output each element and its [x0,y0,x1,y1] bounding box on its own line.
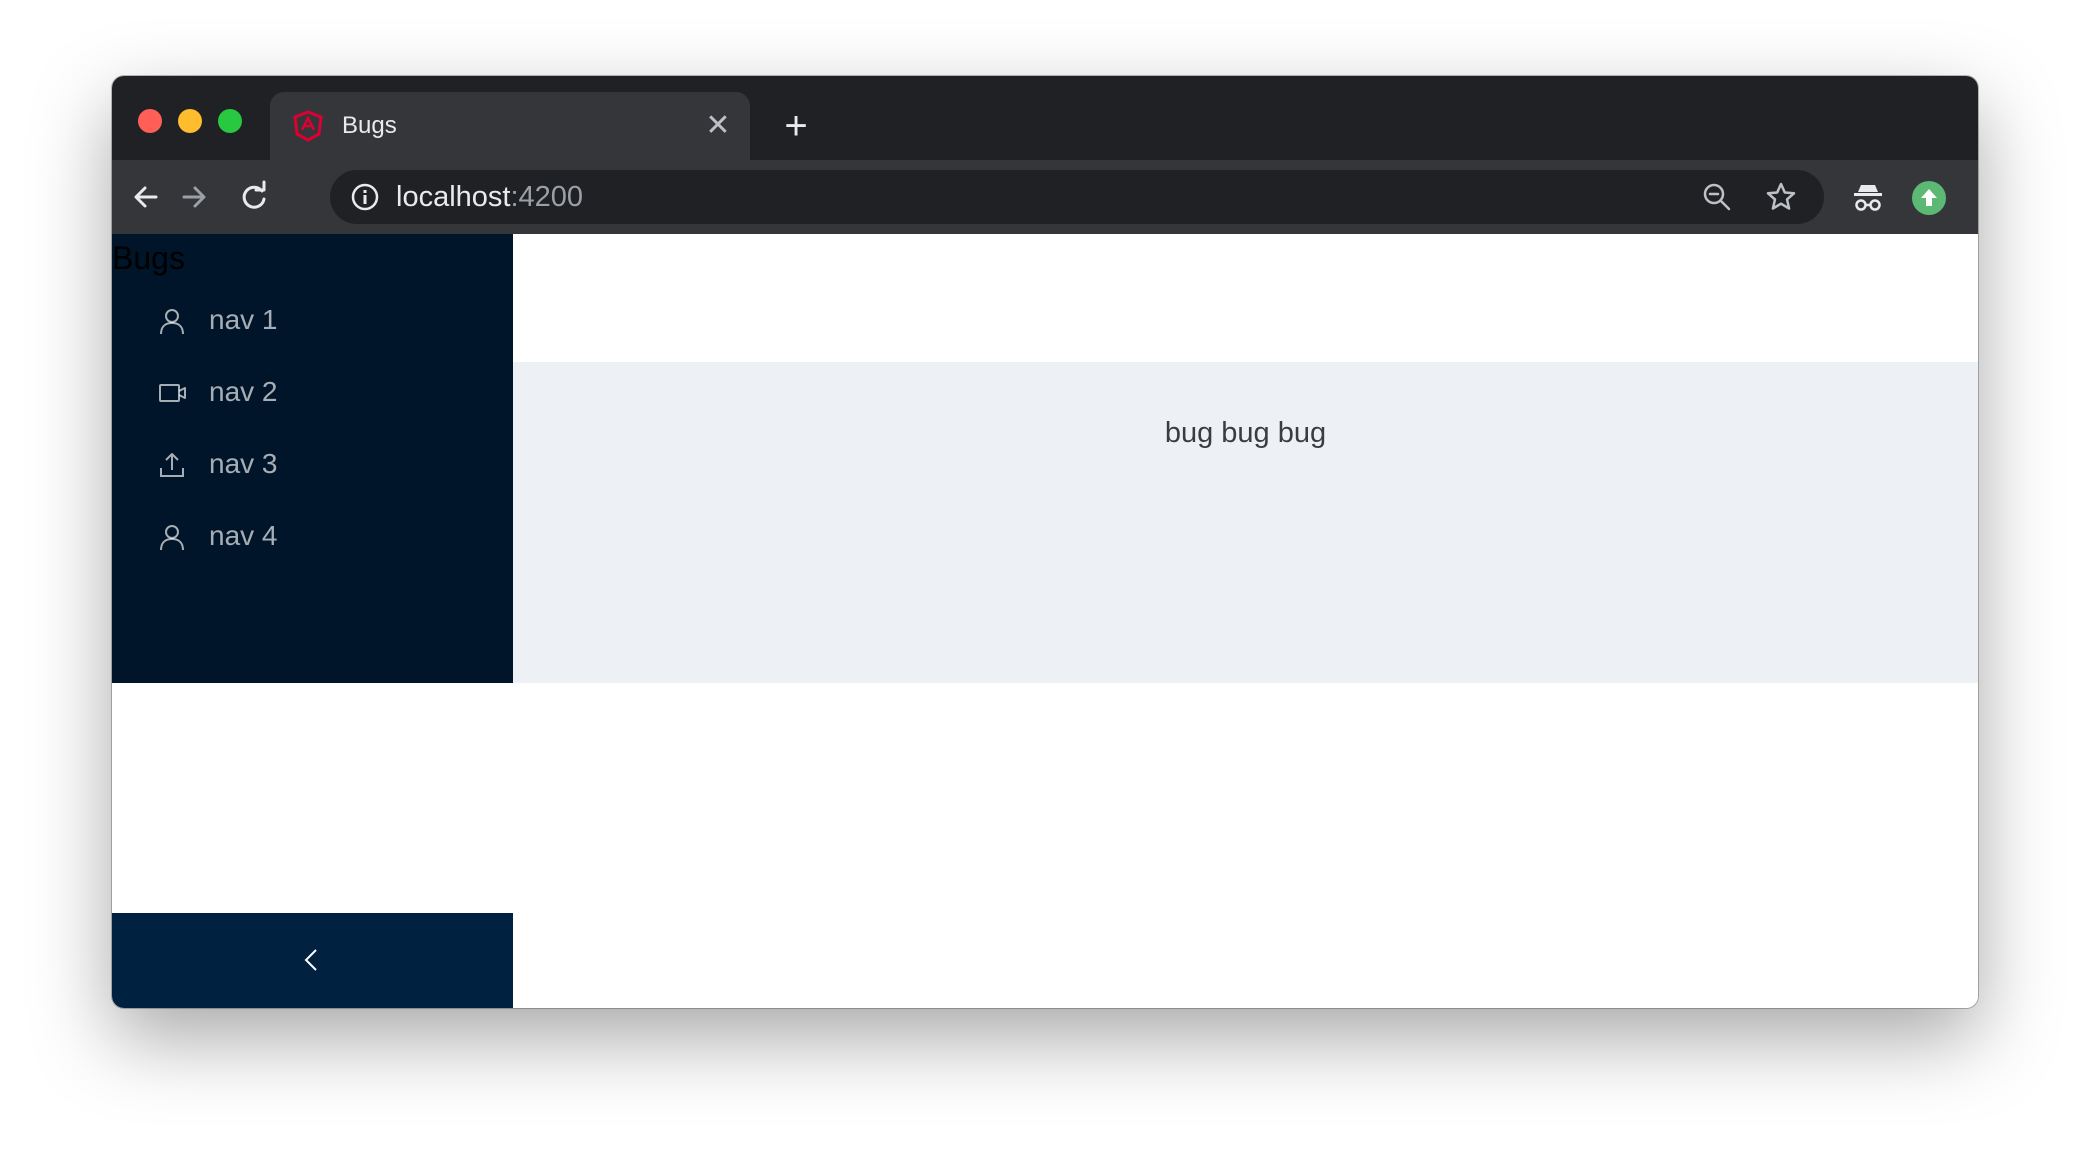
sidebar-item-label: nav 2 [209,376,278,407]
forward-arrow-icon[interactable] [174,177,214,217]
sidebar-item-nav-4[interactable]: nav 4 [112,496,513,576]
layout-content: bug bug bug [513,362,1978,683]
page-viewport: Bugs nav 1 nav 2 nav 3 nav 4 bug bug bug [112,234,1978,1008]
angular-logo-icon [292,110,324,142]
url-text[interactable]: localhost:4200 [396,182,583,212]
user-icon [158,307,186,335]
url-port: :4200 [510,181,584,213]
browser-tab[interactable]: Bugs ✕ [270,92,750,160]
sidebar-item-label: nav 3 [209,448,278,479]
sidebar-item-label: nav 4 [209,520,278,551]
incognito-icon[interactable] [1850,180,1886,216]
content-text: bug bug bug [1164,417,1327,449]
minimize-window-button[interactable] [178,109,202,133]
close-window-button[interactable] [138,109,162,133]
user-icon [158,523,186,551]
sidebar-logo: Bugs [112,240,185,276]
tab-title: Bugs [342,112,397,139]
layout-header [513,234,1978,362]
sidebar-item-nav-3[interactable]: nav 3 [112,424,513,504]
tab-bar: Bugs ✕ + [112,76,1978,160]
site-info-icon[interactable] [350,182,380,212]
chevron-left-icon [298,946,326,974]
reload-icon[interactable] [234,177,274,217]
bookmark-star-icon[interactable] [1764,180,1798,214]
video-camera-icon [158,379,186,407]
sidebar-collapse-trigger[interactable] [112,913,513,1008]
maximize-window-button[interactable] [218,109,242,133]
sidebar-item-label: nav 1 [209,304,278,335]
address-bar[interactable]: localhost:4200 [330,170,1824,224]
back-arrow-icon[interactable] [126,177,166,217]
sidebar-item-nav-1[interactable]: nav 1 [112,280,513,360]
browser-toolbar: localhost:4200 [112,160,1978,234]
upload-icon [158,451,186,479]
update-avatar-icon[interactable] [1912,181,1946,215]
zoom-out-icon[interactable] [1700,180,1734,214]
sidebar: Bugs nav 1 nav 2 nav 3 nav 4 [112,234,513,683]
url-host: localhost [396,181,511,213]
new-tab-button[interactable]: + [776,106,816,146]
tab-close-icon[interactable]: ✕ [702,110,734,142]
sidebar-item-nav-2[interactable]: nav 2 [112,352,513,432]
browser-window: Bugs ✕ + localhost:4200 Bugs nav 1 nav 2… [112,76,1978,1008]
